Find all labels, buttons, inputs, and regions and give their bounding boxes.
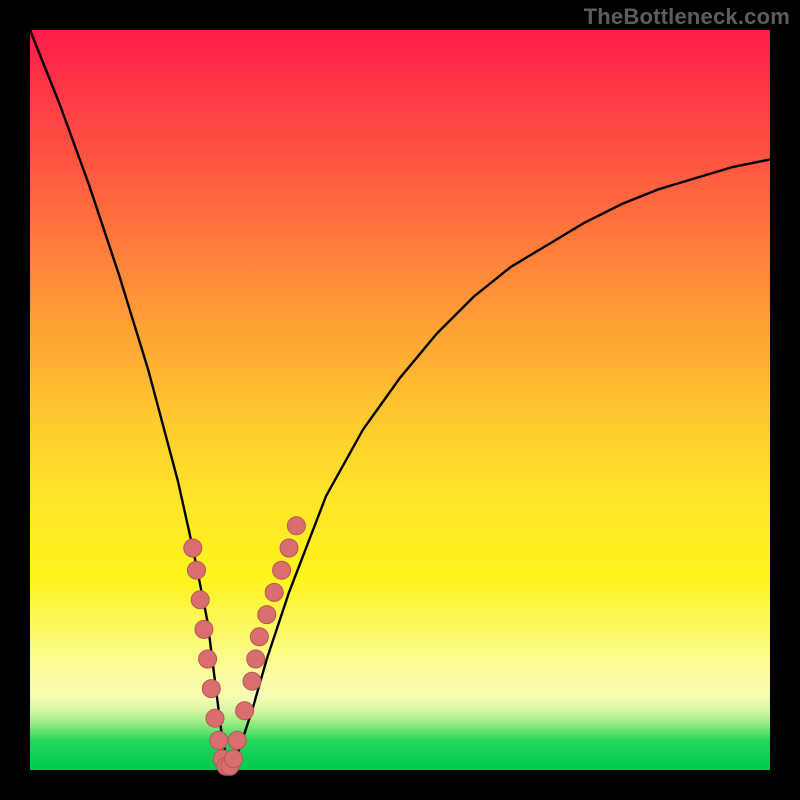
data-marker	[250, 628, 268, 646]
data-marker	[265, 583, 283, 601]
data-marker	[210, 731, 228, 749]
curve-svg	[30, 30, 770, 770]
watermark-text: TheBottleneck.com	[584, 4, 790, 30]
data-marker	[225, 750, 243, 768]
data-marker	[202, 680, 220, 698]
marker-group	[184, 517, 306, 776]
data-marker	[184, 539, 202, 557]
data-marker	[228, 731, 246, 749]
data-marker	[258, 606, 276, 624]
data-marker	[273, 561, 291, 579]
data-marker	[191, 591, 209, 609]
data-marker	[236, 702, 254, 720]
data-marker	[247, 650, 265, 668]
data-marker	[188, 561, 206, 579]
plot-area	[30, 30, 770, 770]
data-marker	[199, 650, 217, 668]
data-marker	[280, 539, 298, 557]
bottleneck-curve	[30, 30, 770, 770]
data-marker	[243, 672, 261, 690]
data-marker	[206, 709, 224, 727]
chart-frame: TheBottleneck.com	[0, 0, 800, 800]
data-marker	[195, 620, 213, 638]
data-marker	[287, 517, 305, 535]
